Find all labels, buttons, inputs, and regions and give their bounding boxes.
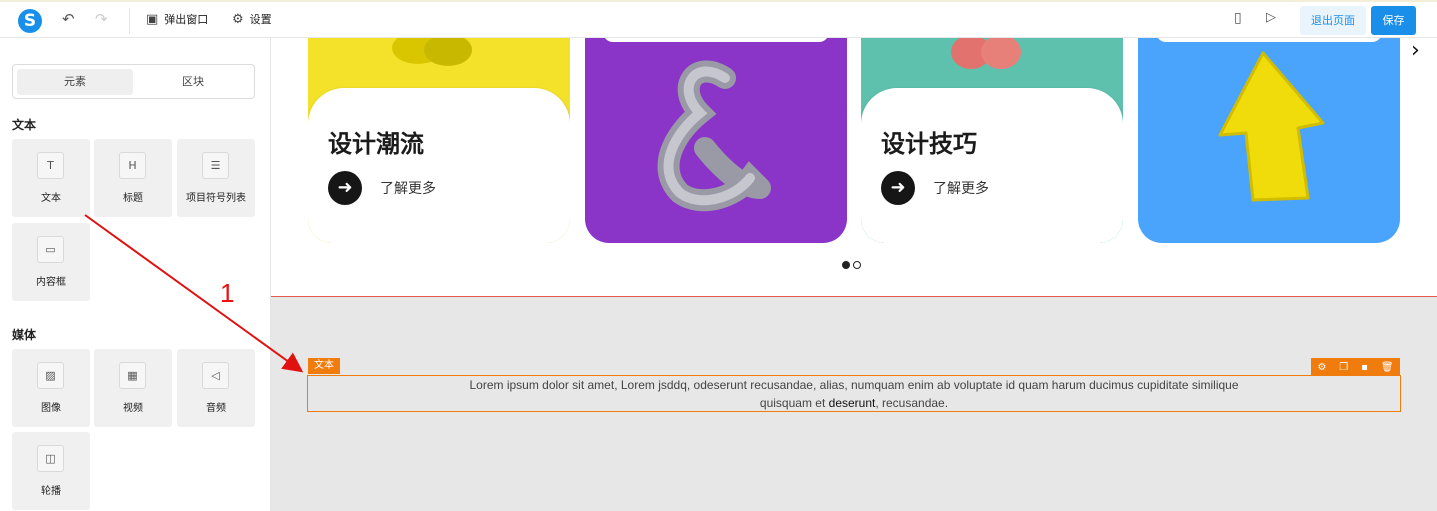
element-label: 内容框: [36, 277, 66, 288]
learn-more-link[interactable]: ➜ 了解更多: [881, 171, 989, 205]
element-sidebar: 元素 区块 文本 T 文本 H 标题 ☰ 项目符号列表 ▭ 内容框 媒体 ▨ 图…: [0, 38, 271, 511]
card-title: 设计潮流: [328, 130, 424, 158]
mobile-preview-icon[interactable]: ▯: [1234, 10, 1242, 26]
chevron-right-icon[interactable]: ›: [1411, 38, 1420, 63]
element-label: 视频: [123, 403, 143, 414]
carousel-icon: ◫: [37, 445, 64, 472]
text-icon: T: [37, 152, 64, 179]
element-label: 文本: [41, 193, 61, 204]
element-content-box[interactable]: ▭ 内容框: [12, 223, 90, 301]
element-label: 轮播: [41, 486, 61, 497]
card-title: 设计技巧: [881, 130, 977, 158]
popup-label: 弹出窗口: [164, 13, 209, 26]
settings-button[interactable]: ⚙ 设置: [232, 11, 272, 27]
gear-icon[interactable]: ⚙: [1317, 362, 1326, 373]
ampersand-balloon-image: [657, 60, 771, 212]
element-bullet-list[interactable]: ☰ 项目符号列表: [177, 139, 255, 217]
play-preview-icon[interactable]: ▷: [1266, 10, 1276, 25]
selected-text-block[interactable]: Lorem ipsum dolor sit amet, Lorem jsddq,…: [307, 375, 1401, 412]
element-label: 图像: [41, 403, 61, 414]
text-bold: deserunt: [828, 396, 876, 410]
element-toolbar: ⚙ ❐ ▪ 🗑: [1311, 358, 1400, 376]
save-icon[interactable]: ▪: [1361, 362, 1368, 373]
element-audio[interactable]: ◁ 音频: [177, 349, 255, 427]
video-icon: ▦: [119, 362, 146, 389]
card-body: 设计潮流 ➜ 了解更多: [308, 88, 570, 243]
carousel-dot[interactable]: [853, 261, 861, 269]
toolbar-divider: [129, 8, 130, 34]
card-body: 设计技巧 ➜ 了解更多: [861, 88, 1123, 243]
learn-more-label: 了解更多: [380, 181, 436, 197]
element-label: 标题: [123, 193, 143, 204]
gear-icon: ⚙: [232, 11, 244, 27]
card-ampersand[interactable]: [585, 38, 847, 243]
card-design-tips[interactable]: 设计技巧 ➜ 了解更多: [861, 38, 1123, 243]
text-content-end: , recusandae.: [875, 396, 949, 410]
trash-icon[interactable]: 🗑: [1381, 362, 1394, 373]
text-section: 文本 ⚙ ❐ ▪ 🗑 Lorem ipsum dolor sit amet, L…: [271, 296, 1437, 511]
element-video[interactable]: ▦ 视频: [94, 349, 172, 427]
speaker-icon: ◁: [202, 362, 229, 389]
image-icon: ▨: [37, 362, 64, 389]
text-section-title: 文本: [12, 118, 37, 132]
element-label: 音频: [206, 403, 226, 414]
save-button[interactable]: 保存: [1371, 6, 1416, 35]
arrow-right-icon: ➜: [881, 171, 915, 205]
annotation-number: 1: [220, 278, 235, 308]
yellow-arrow-balloon-image: [1218, 51, 1325, 202]
popup-window-icon: ▣: [146, 11, 159, 27]
selected-element-tag: 文本: [308, 358, 340, 374]
learn-more-label: 了解更多: [933, 181, 989, 197]
element-carousel[interactable]: ◫ 轮播: [12, 432, 90, 510]
element-text[interactable]: T 文本: [12, 139, 90, 217]
learn-more-link[interactable]: ➜ 了解更多: [328, 171, 436, 205]
card-design-trends[interactable]: 设计潮流 ➜ 了解更多: [308, 38, 570, 243]
tab-elements[interactable]: 元素: [17, 69, 133, 95]
undo-icon[interactable]: ↶: [62, 10, 75, 28]
redo-icon[interactable]: ↷: [95, 10, 108, 28]
element-image[interactable]: ▨ 图像: [12, 349, 90, 427]
carousel-dots: [842, 261, 861, 269]
top-toolbar: S ↶ ↷ ▣ 弹出窗口 ⚙ 设置 ▯ ▷ 退出页面 保存: [0, 0, 1437, 38]
element-label: 项目符号列表: [186, 193, 246, 204]
duplicate-icon[interactable]: ❐: [1339, 362, 1348, 373]
carousel-dot-active[interactable]: [842, 261, 850, 269]
card-arrow[interactable]: [1138, 38, 1400, 243]
arrow-right-icon: ➜: [328, 171, 362, 205]
content-box-icon: ▭: [37, 236, 64, 263]
settings-label: 设置: [249, 13, 272, 26]
sidebar-tabs: 元素 区块: [12, 64, 255, 99]
tab-blocks[interactable]: 区块: [135, 69, 251, 95]
list-icon: ☰: [202, 152, 229, 179]
app-logo-icon: S: [18, 9, 42, 33]
media-section-title: 媒体: [12, 328, 37, 342]
exit-page-button[interactable]: 退出页面: [1300, 6, 1366, 35]
heading-icon: H: [119, 152, 146, 179]
text-block-content[interactable]: Lorem ipsum dolor sit amet, Lorem jsddq,…: [308, 376, 1400, 412]
page-canvas: 设计潮流 ➜ 了解更多 设计技巧 ➜ 了解更多 › 文本 ⚙ ❐ ▪ 🗑 Lor…: [271, 38, 1437, 511]
popup-button[interactable]: ▣ 弹出窗口: [146, 11, 208, 27]
element-heading[interactable]: H 标题: [94, 139, 172, 217]
